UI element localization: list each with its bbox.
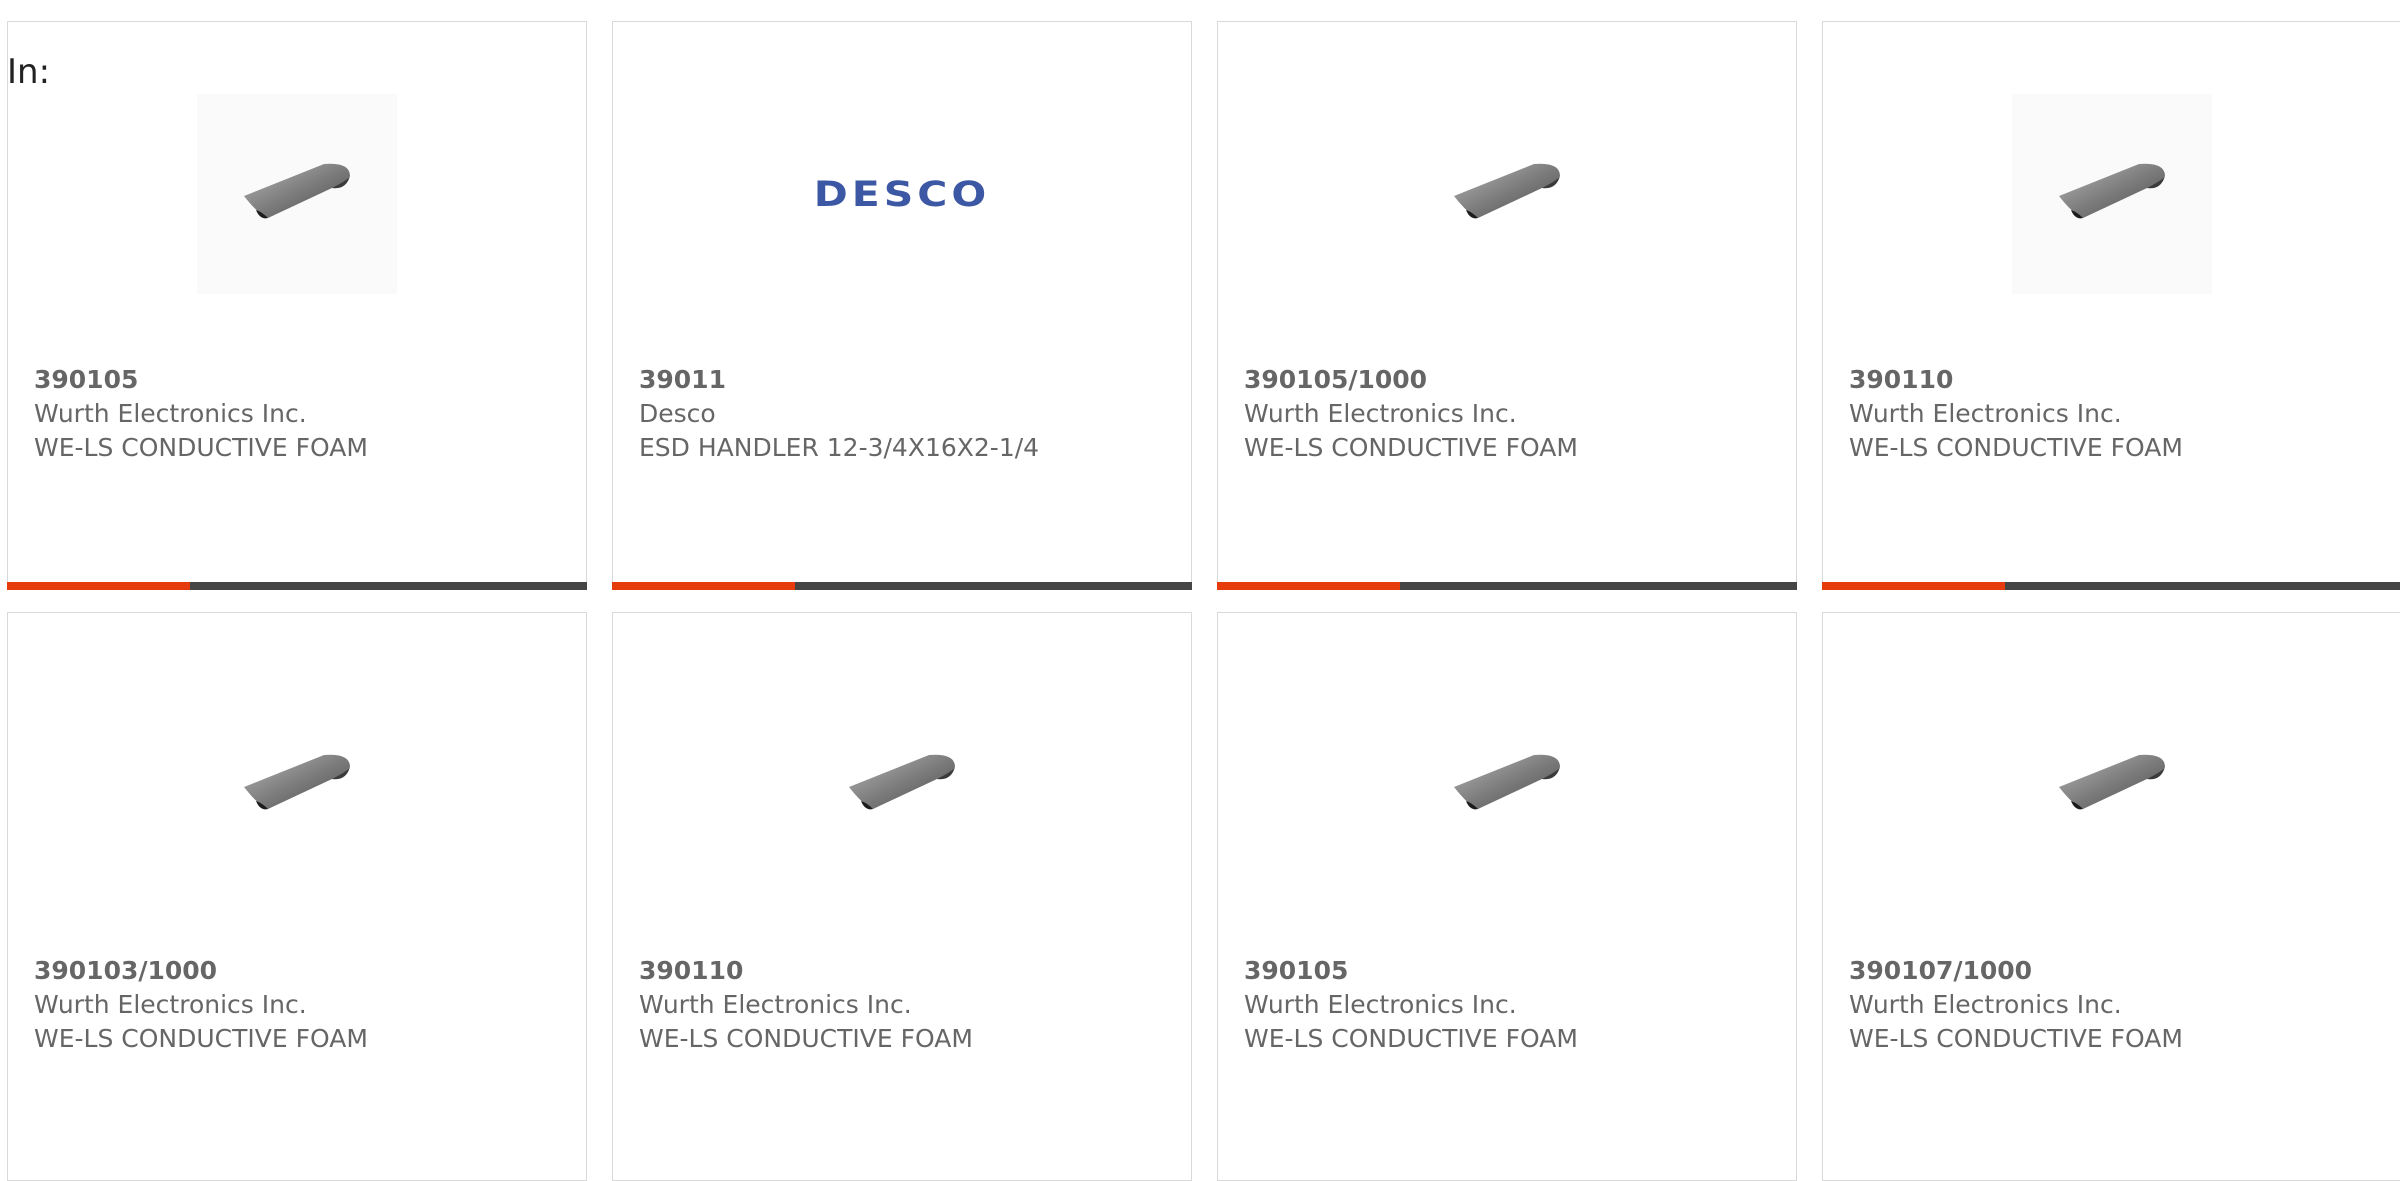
part-number[interactable]: 390105 [34, 363, 566, 397]
manufacturer: Wurth Electronics Inc. [1849, 399, 2122, 428]
description: WE-LS CONDUCTIVE FOAM [1849, 433, 2183, 462]
foam-sheet-icon [244, 163, 350, 219]
manufacturer: Wurth Electronics Inc. [34, 990, 307, 1019]
product-image[interactable] [8, 685, 586, 885]
card-bottom-bar [7, 582, 587, 590]
manufacturer: Wurth Electronics Inc. [34, 399, 307, 428]
product-card[interactable]: 390105 Wurth Electronics Inc. WE-LS COND… [7, 21, 587, 590]
product-image[interactable] [1823, 685, 2400, 885]
manufacturer: Wurth Electronics Inc. [1849, 990, 2122, 1019]
product-image[interactable] [1823, 94, 2400, 294]
product-image[interactable] [1218, 685, 1796, 885]
description: WE-LS CONDUCTIVE FOAM [639, 1024, 973, 1053]
part-number[interactable]: 390110 [1849, 363, 2381, 397]
card-accent [612, 582, 795, 590]
product-grid: 390105 Wurth Electronics Inc. WE-LS COND… [7, 21, 2400, 1181]
card-accent [1217, 582, 1400, 590]
product-card[interactable]: 390110 Wurth Electronics Inc. WE-LS COND… [1822, 21, 2400, 590]
product-card[interactable]: DESCO 39011 Desco ESD HANDLER 12-3/4X16X… [612, 21, 1192, 590]
manufacturer: Desco [639, 399, 716, 428]
description: WE-LS CONDUCTIVE FOAM [1849, 1024, 2183, 1053]
card-accent [7, 582, 190, 590]
product-card[interactable]: 390110 Wurth Electronics Inc. WE-LS COND… [612, 612, 1192, 1181]
product-image[interactable] [8, 94, 586, 294]
part-number[interactable]: 390105 [1244, 954, 1776, 988]
product-card[interactable]: 390105/1000 Wurth Electronics Inc. WE-LS… [1217, 21, 1797, 590]
product-image[interactable]: DESCO [613, 94, 1191, 294]
part-number[interactable]: 390105/1000 [1244, 363, 1776, 397]
card-bottom-bar [1822, 582, 2400, 590]
product-image[interactable] [613, 685, 1191, 885]
product-card[interactable]: 390107/1000 Wurth Electronics Inc. WE-LS… [1822, 612, 2400, 1181]
foam-sheet-icon [2059, 163, 2165, 219]
product-card[interactable]: 390105 Wurth Electronics Inc. WE-LS COND… [1217, 612, 1797, 1181]
part-number[interactable]: 390110 [639, 954, 1171, 988]
manufacturer: Wurth Electronics Inc. [1244, 990, 1517, 1019]
description: WE-LS CONDUCTIVE FOAM [1244, 1024, 1578, 1053]
card-bottom-bar [1217, 582, 1797, 590]
product-card[interactable]: 390103/1000 Wurth Electronics Inc. WE-LS… [7, 612, 587, 1181]
part-number[interactable]: 390107/1000 [1849, 954, 2381, 988]
foam-sheet-icon [1454, 163, 1560, 219]
description: WE-LS CONDUCTIVE FOAM [34, 433, 368, 462]
foam-sheet-icon [1454, 754, 1560, 810]
desco-logo: DESCO [813, 173, 991, 215]
manufacturer: Wurth Electronics Inc. [1244, 399, 1517, 428]
foam-sheet-icon [849, 754, 955, 810]
manufacturer: Wurth Electronics Inc. [639, 990, 912, 1019]
part-number[interactable]: 390103/1000 [34, 954, 566, 988]
part-number[interactable]: 39011 [639, 363, 1171, 397]
card-accent [1822, 582, 2005, 590]
description: WE-LS CONDUCTIVE FOAM [34, 1024, 368, 1053]
foam-sheet-icon [244, 754, 350, 810]
foam-sheet-icon [2059, 754, 2165, 810]
description: WE-LS CONDUCTIVE FOAM [1244, 433, 1578, 462]
product-image[interactable] [1218, 94, 1796, 294]
filter-label: In: [7, 52, 51, 92]
card-bottom-bar [612, 582, 1192, 590]
description: ESD HANDLER 12-3/4X16X2-1/4 [639, 433, 1040, 462]
